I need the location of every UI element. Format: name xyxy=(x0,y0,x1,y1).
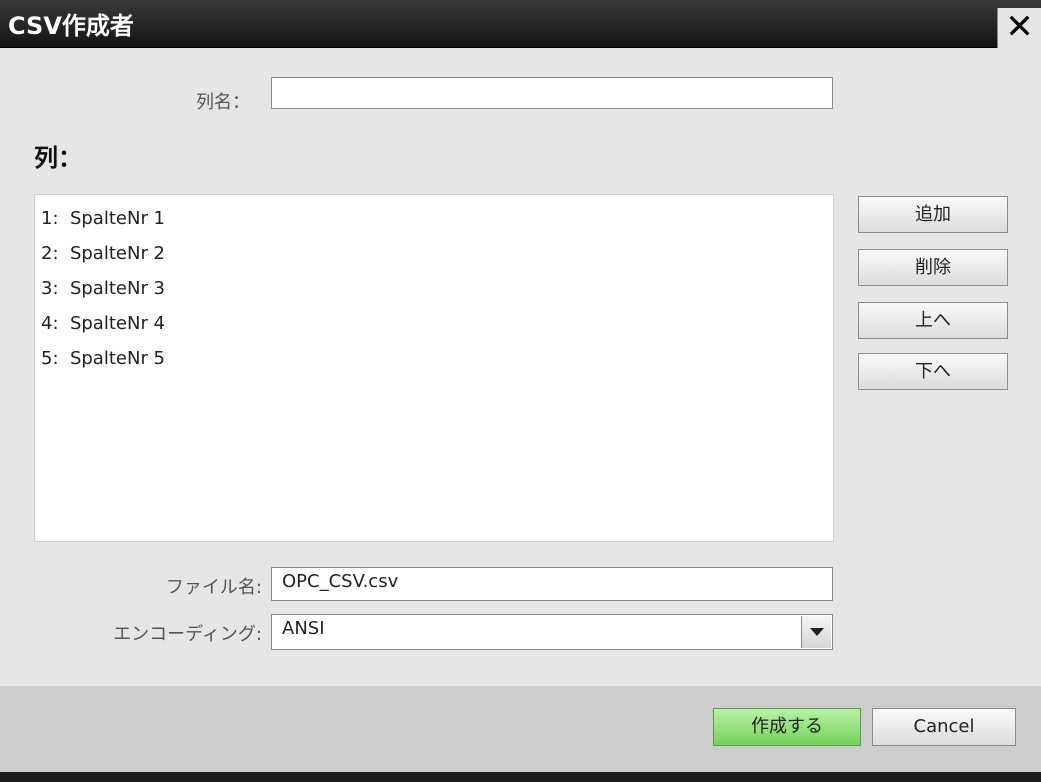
list-item[interactable]: 2: SpalteNr 2 xyxy=(39,236,829,271)
delete-button[interactable]: 削除 xyxy=(858,249,1008,286)
list-item[interactable]: 3: SpalteNr 3 xyxy=(39,271,829,306)
move-up-button[interactable]: 上へ xyxy=(858,302,1008,339)
list-item[interactable]: 1: SpalteNr 1 xyxy=(39,201,829,236)
dialog-title: CSV作成者 xyxy=(8,12,134,40)
file-name-label: ファイル名: xyxy=(165,577,262,598)
add-button[interactable]: 追加 xyxy=(858,196,1008,233)
bottom-edge xyxy=(0,772,1041,782)
list-item[interactable]: 4: SpalteNr 4 xyxy=(39,306,829,341)
csv-creator-dialog: CSV作成者 ✕ 列名： 列： 1: SpalteNr 1 2: SpalteN… xyxy=(0,0,1041,782)
encoding-label: エンコーディング: xyxy=(113,624,262,645)
title-bar[interactable]: CSV作成者 ✕ xyxy=(0,0,1041,48)
file-name-input[interactable]: OPC_CSV.csv xyxy=(271,567,833,601)
encoding-select[interactable]: ANSI xyxy=(271,614,833,650)
create-button[interactable]: 作成する xyxy=(713,708,861,746)
move-down-button[interactable]: 下へ xyxy=(858,353,1008,390)
columns-list[interactable]: 1: SpalteNr 1 2: SpalteNr 2 3: SpalteNr … xyxy=(34,194,834,542)
chevron-down-icon[interactable] xyxy=(801,616,831,648)
column-name-label: 列名： xyxy=(196,92,250,113)
close-icon: ✕ xyxy=(1005,7,1034,47)
columns-heading: 列： xyxy=(34,144,82,172)
close-button[interactable]: ✕ xyxy=(997,8,1041,48)
encoding-value: ANSI xyxy=(282,618,325,639)
cancel-button[interactable]: Cancel xyxy=(872,708,1016,746)
list-item[interactable]: 5: SpalteNr 5 xyxy=(39,341,829,376)
column-name-input[interactable] xyxy=(271,77,833,109)
